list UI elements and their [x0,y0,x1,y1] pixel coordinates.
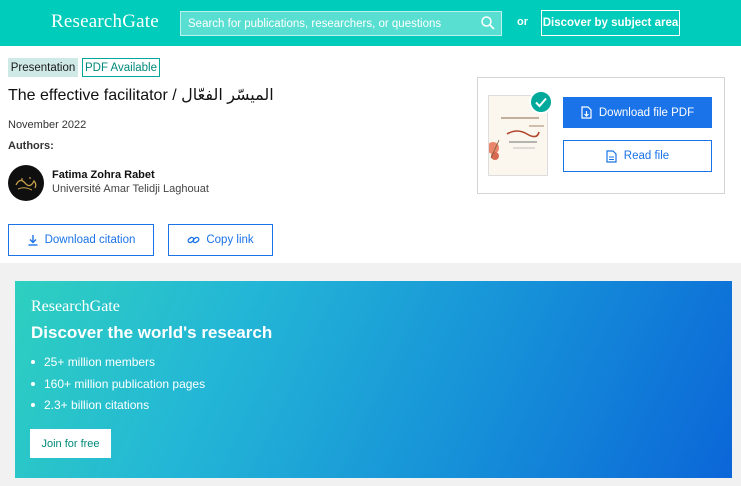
author-name[interactable]: Fatima Zohra Rabet [52,169,155,181]
stat-publication-pages: 160+ million publication pages [31,377,205,399]
author-institution[interactable]: Université Amar Telidji Laghouat [52,183,209,195]
avatar-calligraphy-icon [15,177,37,191]
download-citation-label: Download citation [44,234,136,246]
banner-logo: ResearchGate [31,298,120,315]
download-citation-button[interactable]: Download citation [8,224,154,256]
type-badge: Presentation [8,58,78,77]
read-file-button[interactable]: Read file [563,140,712,172]
publication-date: November 2022 [8,119,87,131]
link-icon [187,236,200,244]
download-icon [28,235,38,246]
authors-label: Authors: [8,140,54,152]
file-icon [606,149,617,163]
read-file-label: Read file [623,150,670,162]
researchgate-logo[interactable]: ResearchGate [51,11,159,33]
copy-link-button[interactable]: Copy link [168,224,273,256]
file-download-icon [581,106,592,119]
search-input[interactable] [181,12,477,35]
or-label: or [517,16,528,28]
publication-title: The effective facilitator / الميسّر الفع… [8,87,274,104]
search-box[interactable] [180,11,502,36]
discover-research-banner: ResearchGate Discover the world's resear… [15,281,732,478]
stat-citations: 2.3+ billion citations [31,398,205,420]
banner-stats-list: 25+ million members 160+ million publica… [31,355,205,420]
author-avatar[interactable] [8,165,44,201]
stat-members: 25+ million members [31,355,205,377]
pdf-available-badge: PDF Available [82,58,160,77]
top-header: ResearchGate or Discover by subject area [0,0,741,46]
join-for-free-button[interactable]: Join for free [30,429,111,458]
banner-title: Discover the world's research [31,323,273,342]
pdf-verified-check-icon [529,90,553,114]
download-file-pdf-label: Download file PDF [598,106,695,119]
discover-by-subject-button[interactable]: Discover by subject area [541,10,680,36]
copy-link-label: Copy link [206,234,254,246]
search-icon[interactable] [480,15,496,31]
download-file-pdf-button[interactable]: Download file PDF [563,97,712,128]
